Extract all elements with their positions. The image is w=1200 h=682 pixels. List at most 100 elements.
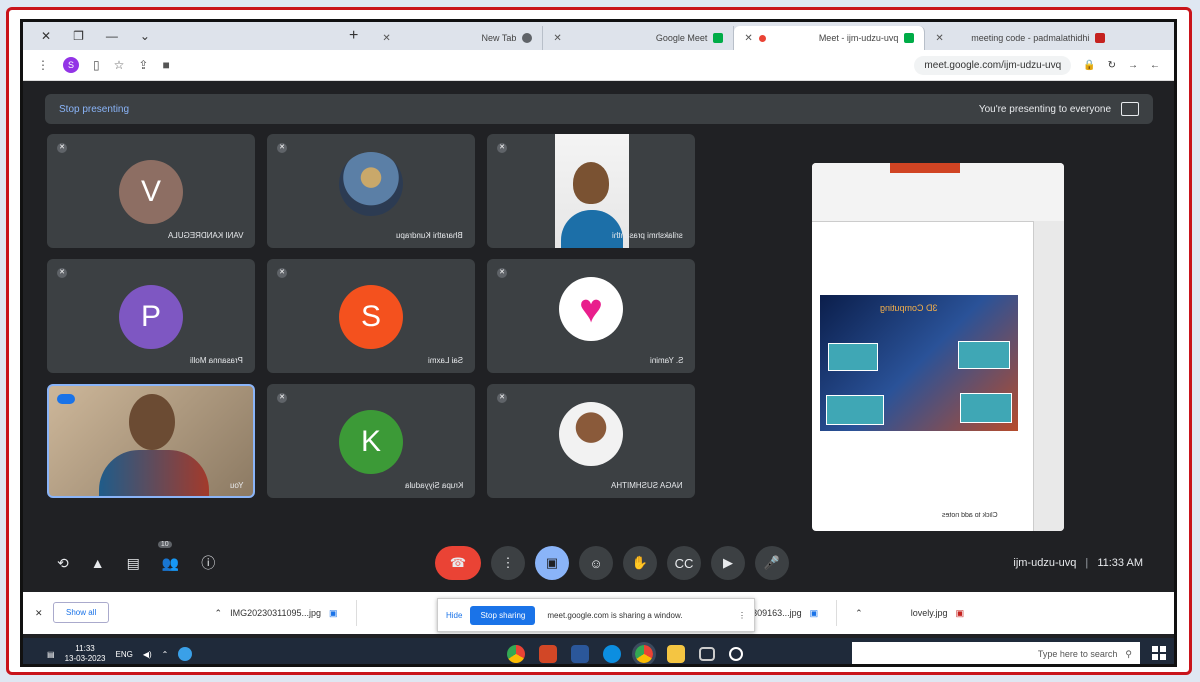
omnibox: meet.google.com/ijm-udzu-uvq 🔒 ↻ → ← [914, 55, 1160, 75]
language-indicator[interactable]: ENG [115, 650, 132, 659]
image-file-icon: ▣ [329, 607, 338, 618]
participant-tile[interactable]: ✕ S Sai Laxmi [267, 259, 475, 373]
participant-tile[interactable]: ✕ srilakshmi prasanthi [487, 134, 695, 248]
lock-icon[interactable]: 🔒 [1083, 60, 1095, 71]
search-icon: ⚲ [1125, 648, 1132, 659]
stop-sharing-button[interactable]: Stop sharing [470, 605, 536, 625]
hide-button[interactable]: Hide [446, 611, 462, 620]
mic-off-icon: ✕ [277, 393, 287, 403]
tab-google-meet[interactable]: ✕ Google Meet [543, 26, 735, 50]
self-view-tile[interactable]: You [47, 384, 255, 498]
tab-new-tab[interactable]: ✕ New Tab [372, 26, 544, 50]
word-icon[interactable] [571, 645, 589, 663]
present-now-button[interactable]: ▣ [535, 546, 569, 580]
task-view-icon[interactable] [699, 647, 715, 661]
more-options-button[interactable]: ⋮ [491, 546, 525, 580]
file-explorer-icon[interactable] [667, 645, 685, 663]
reactions-button[interactable]: ☺ [579, 546, 613, 580]
mic-off-icon: ✕ [57, 268, 67, 278]
chrome-icon[interactable] [507, 645, 525, 663]
close-tab-icon[interactable]: ✕ [744, 33, 752, 44]
self-badge-icon [57, 394, 75, 404]
show-all-button[interactable]: Show all [53, 602, 110, 623]
url-field[interactable]: meet.google.com/ijm-udzu-uvq [914, 55, 1072, 75]
menu-kebab-icon[interactable]: ⋮ [37, 58, 49, 72]
edge-icon[interactable] [603, 645, 621, 663]
browser-tab-strip: ✕ ❐ — ⌄ + ✕ New Tab ✕ Google Meet ✕ Meet… [23, 22, 1174, 50]
participant-tile[interactable]: ✕ K Krupa Siyyadula [267, 384, 475, 498]
chevron-up-icon[interactable]: ⌃ [855, 608, 863, 619]
presenting-message: You're presenting to everyone [979, 102, 1139, 116]
presenting-banner: Stop presenting You're presenting to eve… [45, 94, 1153, 124]
powerpoint-icon[interactable] [539, 645, 557, 663]
tab-meeting-code[interactable]: ✕ meeting code - padmalathidhi [925, 26, 1115, 50]
tab-meet-active[interactable]: ✕ Meet - ijm-udzu-uvq [734, 26, 926, 50]
profile-avatar[interactable]: S [63, 57, 79, 73]
microphone-button[interactable]: 🎤 [755, 546, 789, 580]
download-item[interactable]: ⌃ IMG20230311095...jpg ▣ [197, 600, 357, 626]
drag-handle-icon[interactable]: ⋮ [738, 611, 746, 620]
notification-icon[interactable]: ▤ [47, 650, 55, 659]
minimize-icon[interactable]: — [106, 29, 118, 43]
participant-tile[interactable]: ✕ P Prasanna Molli [47, 259, 255, 373]
volume-icon[interactable]: ◀) [143, 650, 152, 659]
participant-name: Prasanna Molli [190, 356, 243, 365]
mic-off-icon: ✕ [57, 143, 67, 153]
call-controls: ☎ ⋮ ▣ ☺ ✋ CC ▶ 🎤 [435, 546, 789, 580]
captions-button[interactable]: CC [667, 546, 701, 580]
new-tab-favicon-icon [522, 33, 533, 43]
slide-canvas: 3D Computing [820, 295, 1018, 431]
taskbar-search[interactable]: Type here to search ⚲ [852, 642, 1140, 664]
participant-tile[interactable]: ✕ V VANI KANDREGULA [47, 134, 255, 248]
tab-search-icon[interactable]: ⌄ [140, 29, 150, 43]
close-tab-icon[interactable]: ✕ [382, 33, 390, 44]
people-icon[interactable]: 👥 10 [157, 540, 179, 572]
bookmark-star-icon[interactable]: ☆ [114, 58, 125, 72]
info-icon[interactable]: ⓘ [201, 553, 215, 573]
side-panel-icon[interactable]: ▯ [93, 58, 100, 72]
tab-label: Google Meet [655, 33, 708, 43]
close-tab-icon[interactable]: ✕ [553, 33, 561, 44]
chat-icon[interactable]: ▤ [127, 555, 140, 572]
presentation-preview[interactable]: 3D Computing Click to add notes [812, 163, 1064, 531]
tab-label: New Tab [481, 33, 517, 43]
clock[interactable]: 11:33 13-03-2023 [65, 644, 106, 664]
present-screen-icon [1121, 102, 1139, 116]
gmail-favicon-icon [1095, 33, 1106, 43]
raise-hand-button[interactable]: ✋ [623, 546, 657, 580]
participant-tile[interactable]: ✕ Bharathi Kundrapu [267, 134, 475, 248]
download-item[interactable]: ⌃ lovely.jpg ▣ [837, 600, 982, 626]
stop-presenting-button[interactable]: Stop presenting [59, 104, 129, 115]
chevron-up-icon[interactable]: ⌃ [215, 608, 223, 619]
forward-icon[interactable]: → [1128, 60, 1138, 71]
close-window-icon[interactable]: ✕ [41, 29, 51, 43]
camera-in-use-icon[interactable]: ■ [162, 58, 169, 72]
participant-tile[interactable]: ✕ NAGA SUSHMITHA [487, 384, 695, 498]
new-tab-button[interactable]: + [349, 27, 358, 45]
participant-tile[interactable]: ✕ ♥ S. Yamini [487, 259, 695, 373]
clock-date: 13-03-2023 [64, 654, 106, 663]
people-count-badge: 10 [157, 540, 172, 548]
cortana-icon[interactable] [729, 647, 743, 661]
meeting-time: 11:33 AM [1097, 557, 1143, 569]
share-icon[interactable]: ⇪ [138, 58, 148, 72]
person-figure [129, 394, 175, 450]
chevron-up-icon[interactable]: ⌃ [162, 650, 169, 659]
back-icon[interactable]: ← [1150, 60, 1160, 71]
host-controls-icon[interactable]: ▲ [91, 555, 105, 571]
slide-box [826, 395, 884, 425]
chrome-active-icon[interactable] [632, 642, 656, 664]
leave-call-button[interactable]: ☎ [435, 546, 481, 580]
maximize-icon[interactable]: ❐ [73, 29, 84, 43]
close-tab-icon[interactable]: ✕ [935, 33, 943, 44]
meeting-info: ijm-udzu-uvq | 11:33 AM [1013, 557, 1143, 569]
start-button-icon[interactable] [1152, 646, 1166, 660]
edge-tray-icon[interactable] [178, 647, 193, 661]
mic-off-icon: ✕ [497, 268, 507, 278]
mic-off-icon: ✕ [497, 143, 507, 153]
activities-icon[interactable]: ⟲ [57, 555, 69, 572]
reload-icon[interactable]: ↻ [1108, 60, 1116, 71]
meet-favicon-icon [713, 33, 724, 43]
close-shelf-icon[interactable]: ✕ [35, 608, 43, 619]
camera-button[interactable]: ▶ [711, 546, 745, 580]
